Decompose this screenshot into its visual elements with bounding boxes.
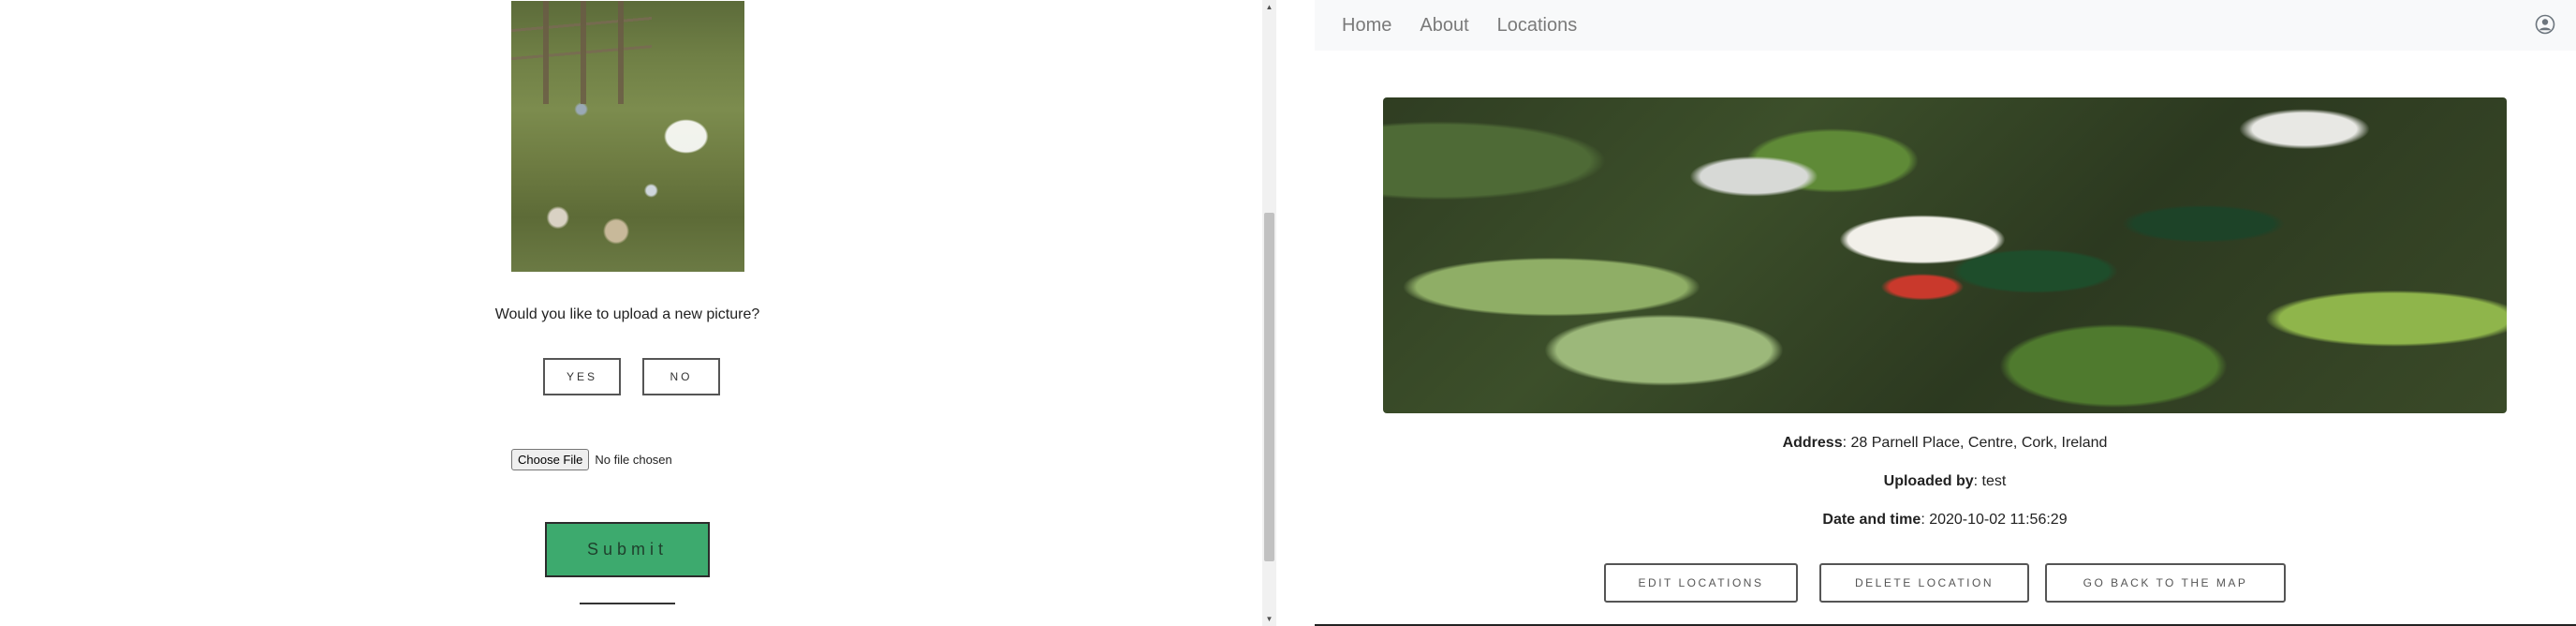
datetime-line: Date and time: 2020-10-02 11:56:29	[1383, 512, 2507, 529]
submit-button[interactable]: Submit	[545, 522, 710, 577]
top-navbar: Home About Locations	[1315, 0, 2576, 51]
datetime-label: Date and time	[1822, 512, 1921, 528]
divider-line	[580, 603, 675, 604]
vertical-scrollbar[interactable]: ▲ ▼	[1262, 0, 1276, 626]
fence-detail	[511, 1, 652, 104]
location-litter-photo	[1383, 97, 2507, 413]
nav-home-link[interactable]: Home	[1342, 15, 1391, 37]
pane-gap	[1276, 0, 1315, 626]
choose-file-button[interactable]: Choose File	[511, 448, 590, 470]
nav-about-link[interactable]: About	[1420, 15, 1468, 37]
datetime-value: : 2020-10-02 11:56:29	[1921, 512, 2068, 528]
edit-locations-button[interactable]: Edit Locations	[1604, 563, 1798, 603]
address-label: Address	[1782, 435, 1843, 451]
upload-question-text: Would you like to upload a new picture?	[494, 306, 760, 322]
scroll-down-arrow-icon[interactable]: ▼	[1262, 612, 1276, 626]
scroll-up-arrow-icon[interactable]: ▲	[1262, 0, 1276, 14]
uploader-label: Uploaded by	[1883, 473, 1974, 489]
nav-locations-link[interactable]: Locations	[1497, 15, 1578, 37]
address-value: : 28 Parnell Place, Centre, Cork, Irelan…	[1842, 435, 2108, 451]
user-circle-icon[interactable]	[2535, 14, 2555, 35]
uploader-value: : test	[1973, 473, 2007, 489]
uploader-line: Uploaded by: test	[1383, 473, 2507, 490]
address-line: Address: 28 Parnell Place, Centre, Cork,…	[1383, 435, 2507, 452]
yes-button[interactable]: YES	[543, 358, 621, 395]
scroll-thumb[interactable]	[1264, 213, 1274, 561]
delete-location-button[interactable]: Delete Location	[1819, 563, 2029, 603]
location-detail-panel: Home About Locations Address: 28 Parnell…	[1315, 0, 2576, 626]
file-input-row: Choose File No file chosen	[511, 447, 672, 471]
current-litter-photo	[511, 1, 744, 272]
upload-panel: Would you like to upload a new picture? …	[0, 0, 1262, 626]
no-button[interactable]: NO	[642, 358, 720, 395]
back-to-map-button[interactable]: Go back to the map	[2045, 563, 2286, 603]
file-status-text: No file chosen	[595, 452, 672, 467]
